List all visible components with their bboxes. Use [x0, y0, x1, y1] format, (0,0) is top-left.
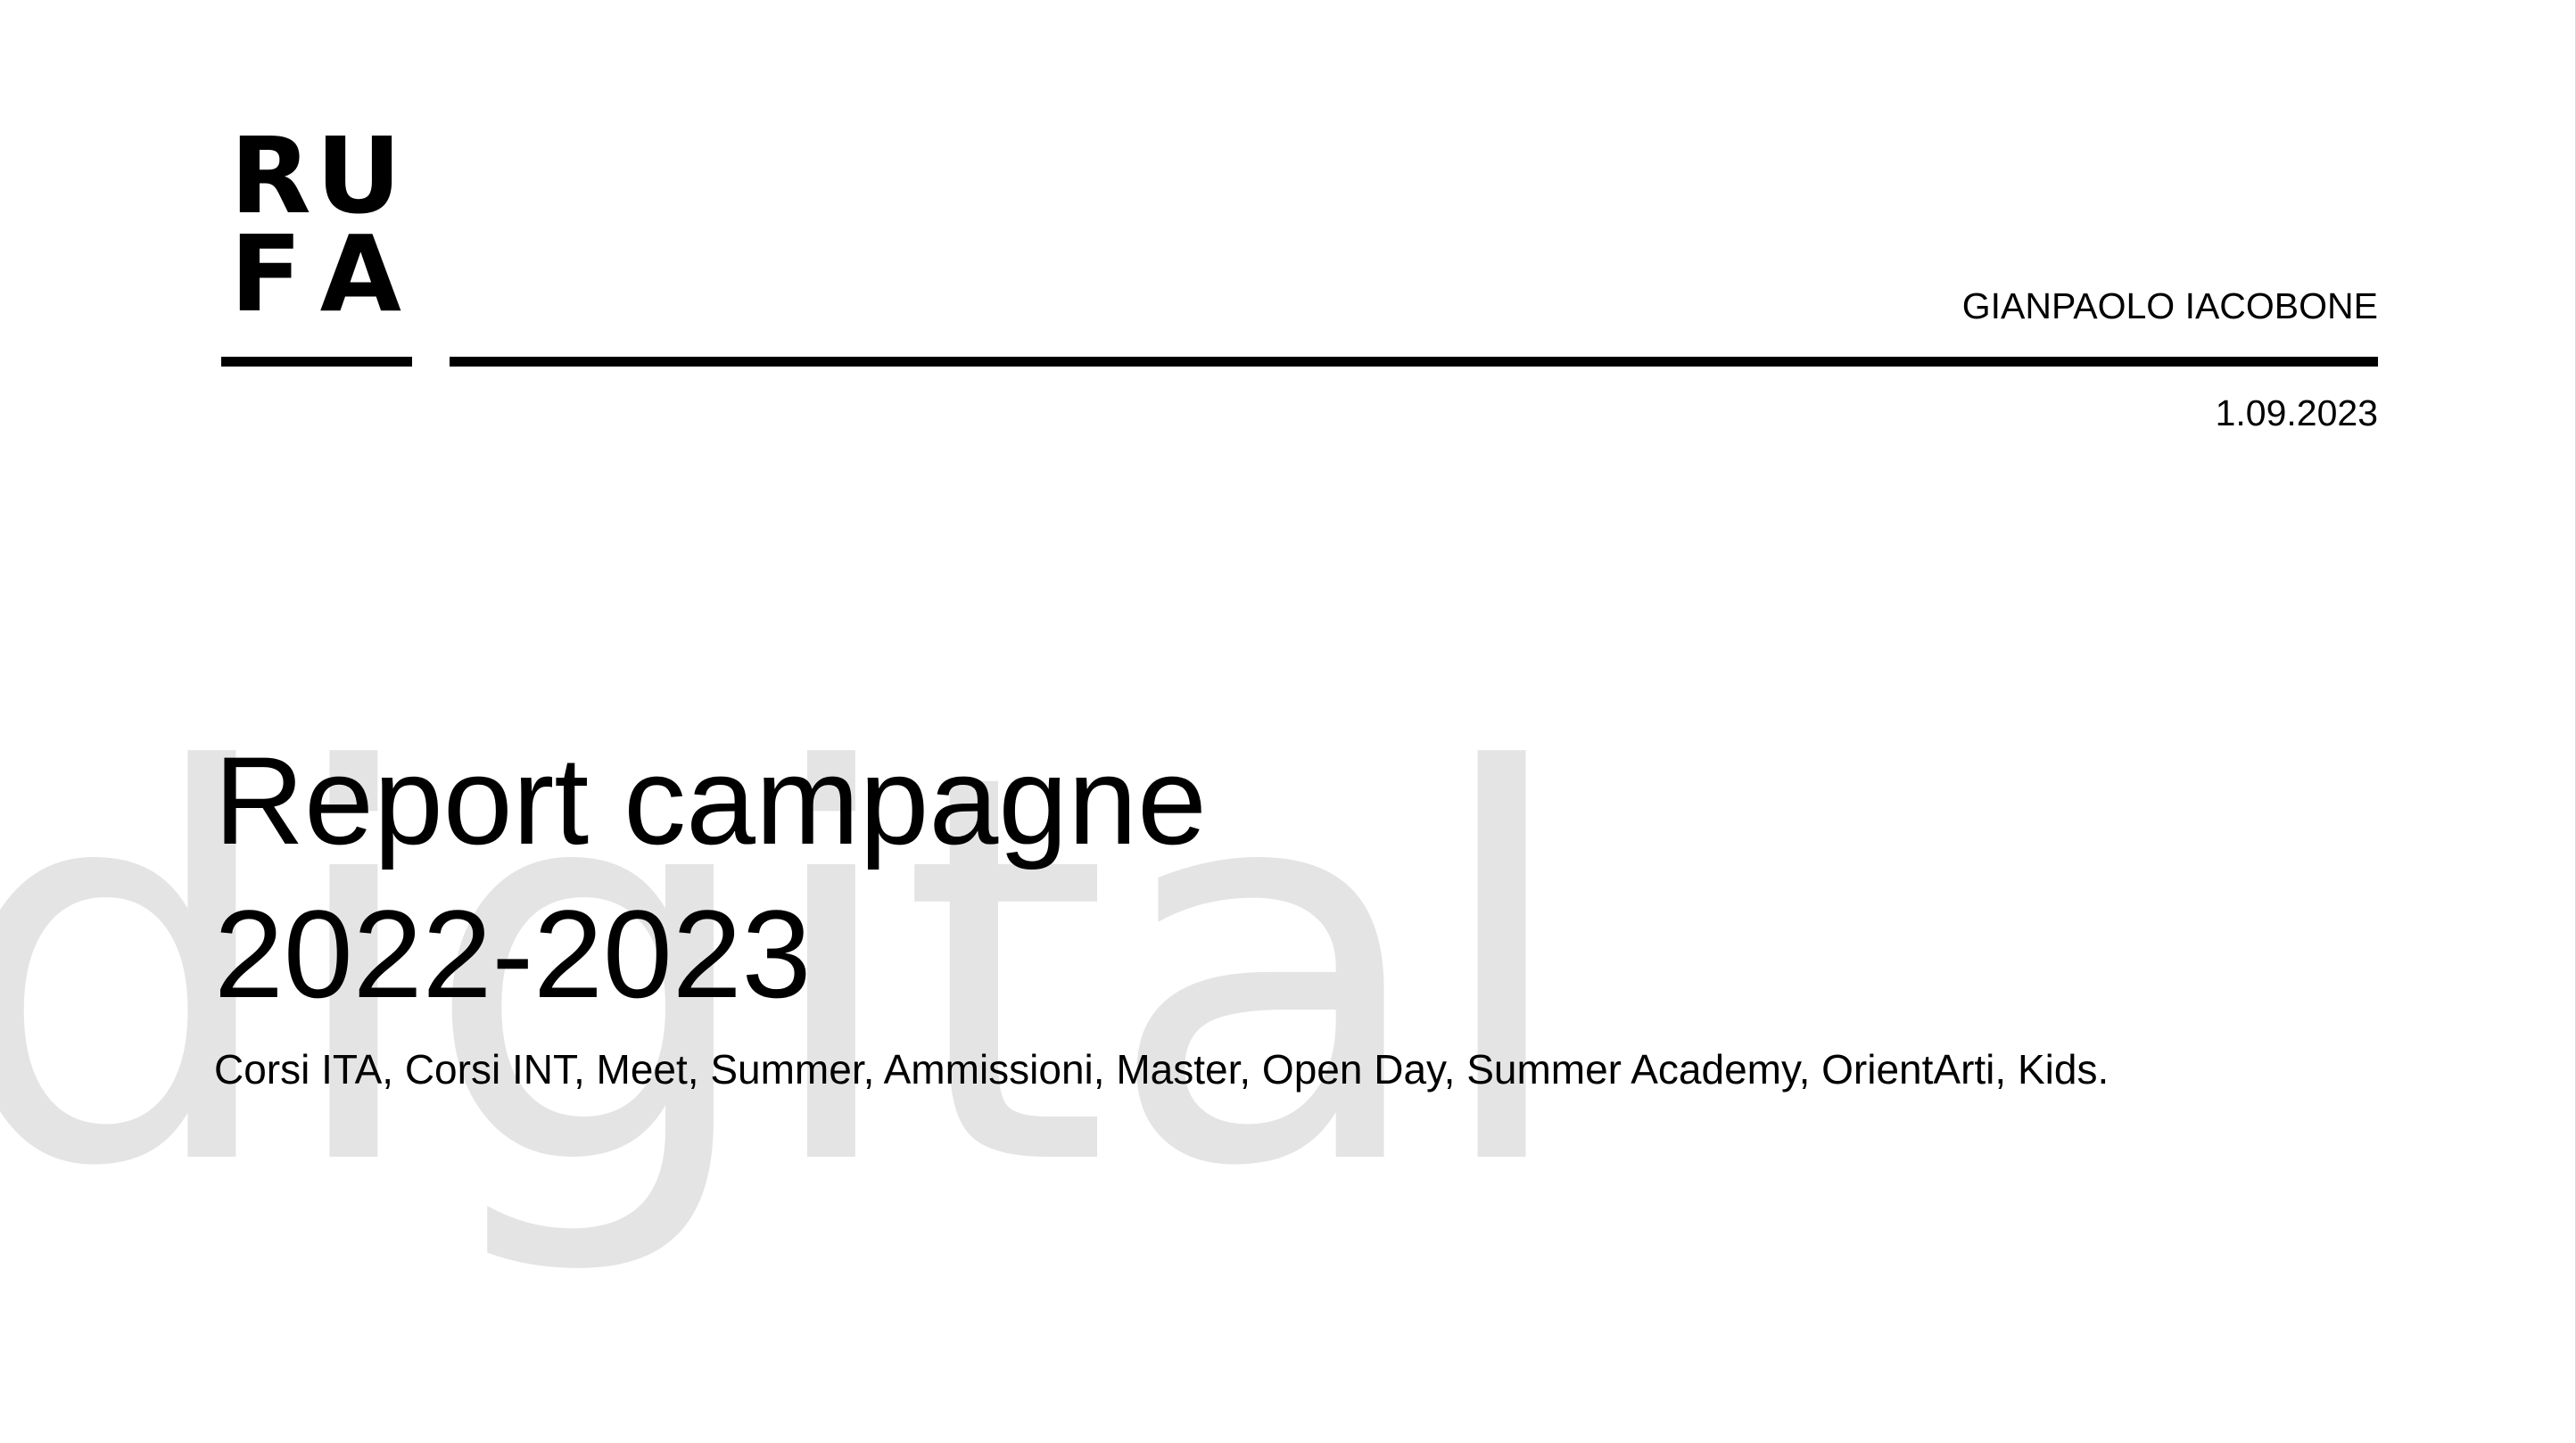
- header-divider: [450, 357, 2378, 367]
- logo-letter: F: [230, 212, 302, 335]
- logo-row-top: R U: [230, 114, 401, 237]
- author-name: GIANPAOLO IACOBONE: [1961, 285, 2378, 326]
- slide-title: Report campagne 2022-2023: [214, 724, 1207, 1031]
- title-line-2: 2022-2023: [214, 884, 812, 1024]
- title-line-1: Report campagne: [214, 730, 1207, 870]
- logo-letter: R: [230, 114, 311, 237]
- campaign-list: Corsi ITA, Corsi INT, Meet, Summer, Ammi…: [214, 1046, 2110, 1093]
- logo-underline: [221, 357, 412, 367]
- logo-letter: A: [319, 212, 401, 335]
- rufa-logo: R U F A: [230, 114, 409, 335]
- logo-row-bottom: F A: [230, 212, 401, 335]
- logo-letter: U: [316, 114, 401, 237]
- report-date: 1.09.2023: [2215, 392, 2378, 433]
- slide: digital R U F A GIANPAOLO IACOBONE 1.09.…: [0, 0, 2576, 1443]
